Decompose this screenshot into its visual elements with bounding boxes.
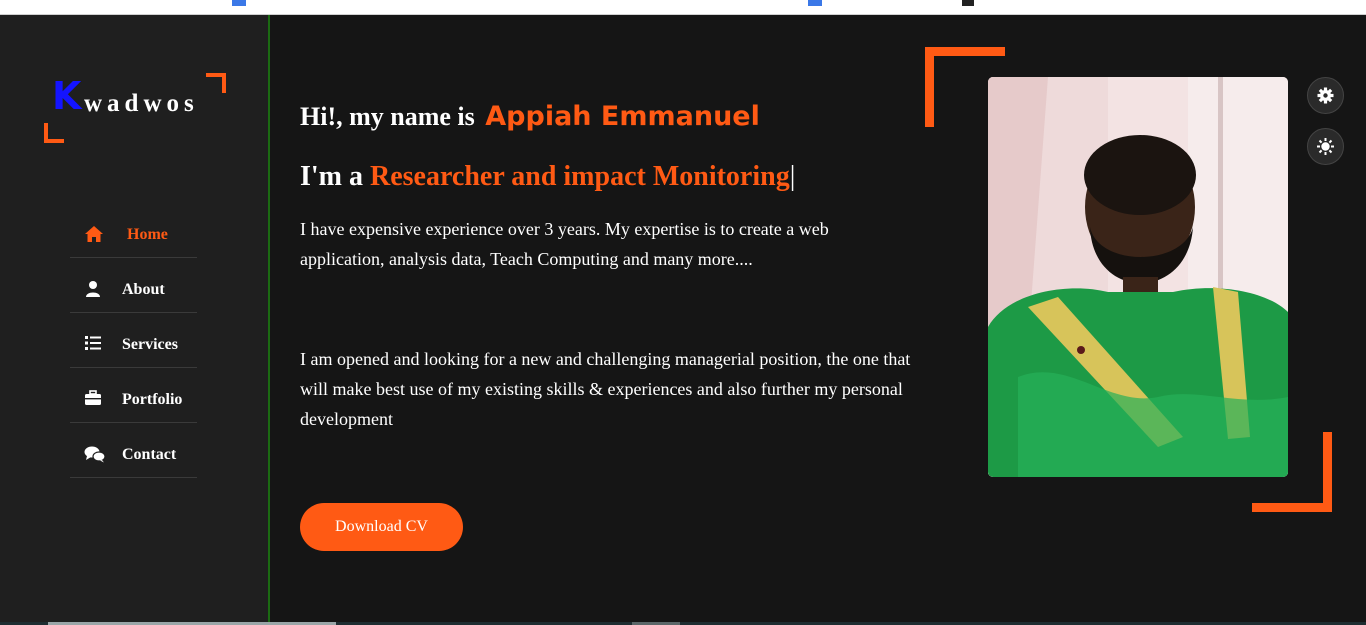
site-logo[interactable]: K wadwos bbox=[44, 73, 226, 143]
sidebar-item-label: About bbox=[122, 281, 165, 298]
user-icon bbox=[84, 280, 104, 300]
sidebar-item-services[interactable]: Services bbox=[70, 313, 197, 368]
hero-role-heading: I'm a Researcher and impact Monitoring| bbox=[300, 158, 795, 196]
top-strip-blip bbox=[232, 0, 246, 6]
top-strip-blip bbox=[962, 0, 974, 6]
sidebar-item-portfolio[interactable]: Portfolio bbox=[70, 368, 197, 423]
theme-sun-icon bbox=[1317, 138, 1334, 155]
sidebar-item-home[interactable]: Home bbox=[70, 203, 197, 258]
sidebar-item-label: Services bbox=[122, 336, 178, 353]
profile-photo-frame bbox=[925, 47, 1332, 512]
logo-text: wadwos bbox=[84, 90, 199, 117]
sidebar-item-label: Portfolio bbox=[122, 391, 183, 408]
hero-name: Appiah Emmanuel bbox=[485, 101, 760, 132]
list-icon bbox=[84, 335, 104, 355]
hero-greeting-heading: Hi!, my name is Appiah Emmanuel bbox=[300, 100, 760, 134]
logo-first-letter: K bbox=[52, 74, 82, 118]
home-icon bbox=[84, 225, 104, 245]
greeting-text: Hi!, my name is bbox=[300, 102, 475, 131]
sidebar-nav: Home About Services Portfolio Contact bbox=[70, 203, 197, 478]
briefcase-icon bbox=[84, 390, 104, 410]
sidebar-item-label: Contact bbox=[122, 446, 177, 463]
sidebar-item-about[interactable]: About bbox=[70, 258, 197, 313]
typing-cursor: | bbox=[789, 161, 796, 192]
role-prefix: I'm a bbox=[300, 161, 363, 192]
theme-toggle-button[interactable] bbox=[1307, 128, 1344, 165]
download-cv-button[interactable]: Download CV bbox=[300, 503, 463, 551]
logo-corner-bottom-left bbox=[44, 123, 64, 143]
profile-photo bbox=[988, 77, 1288, 477]
hero-description: I have expensive experience over 3 years… bbox=[300, 219, 829, 269]
sidebar-item-label: Home bbox=[127, 226, 168, 243]
sidebar: K wadwos Home About Services Portfolio C… bbox=[0, 15, 270, 625]
logo-corner-top-right bbox=[206, 73, 226, 93]
settings-button[interactable] bbox=[1307, 77, 1344, 114]
chat-icon bbox=[84, 445, 106, 465]
hero-objective: I am opened and looking for a new and ch… bbox=[300, 349, 911, 429]
browser-top-strip bbox=[0, 0, 1366, 15]
top-strip-blip bbox=[808, 0, 822, 6]
hero-role: Researcher and impact Monitoring bbox=[370, 161, 790, 192]
sidebar-item-contact[interactable]: Contact bbox=[70, 423, 197, 478]
settings-gear-icon bbox=[1317, 87, 1334, 104]
